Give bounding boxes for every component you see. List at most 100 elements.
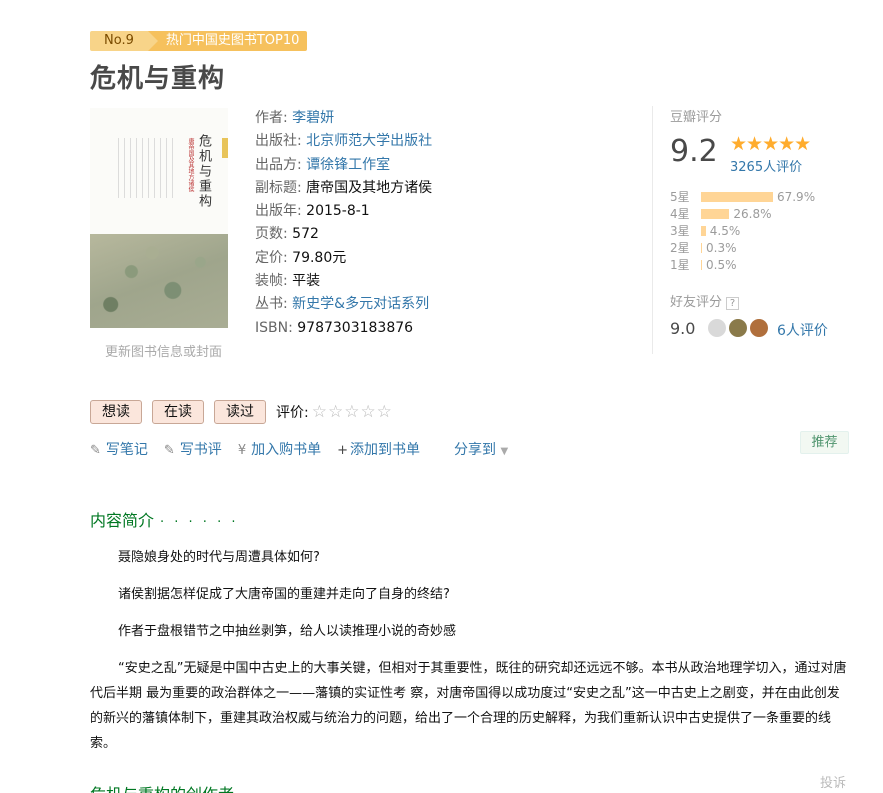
rating-dist-label: 5星 xyxy=(670,190,690,204)
avatar[interactable] xyxy=(750,319,768,337)
info-value-link[interactable]: 北京师范大学出版社 xyxy=(306,133,432,149)
add-cart-link[interactable]: ¥ 加入购书单 xyxy=(238,439,321,459)
rating-score: 9.2 xyxy=(670,134,718,169)
page-title: 危机与重构 xyxy=(90,64,226,94)
rating-dist-label: 4星 xyxy=(670,207,690,221)
rating-dist-bar xyxy=(701,259,702,270)
rating-header: 豆瓣评分 xyxy=(670,110,723,125)
intro-paragraph: 诸侯割据怎样促成了大唐帝国的重建并走向了自身的终结? xyxy=(118,587,450,602)
rating-dist-label: 2星 xyxy=(670,241,690,255)
info-value: 2015-8-1 xyxy=(306,203,370,220)
info-row: 出品方: 谭徐锋工作室 xyxy=(255,154,432,177)
cover-title: 危机与重构 xyxy=(196,134,211,209)
category-label: 热门中国史图书TOP10 xyxy=(147,31,308,51)
write-note-label: 写笔记 xyxy=(105,442,148,458)
rating-dist-row: 5星 67.9% xyxy=(670,188,815,205)
rating-dist-row: 1星 0.5% xyxy=(670,256,815,273)
rating-dist-bar xyxy=(701,191,773,202)
report-link[interactable]: 投诉 xyxy=(820,772,846,791)
info-row: 页数: 572 xyxy=(255,223,432,246)
info-label: 出版社: xyxy=(255,133,302,150)
creators-heading: 危机与重构的创作者 xyxy=(90,781,234,793)
rating-dist-pct: 26.8% xyxy=(733,206,772,221)
info-value: 79.80元 xyxy=(292,249,347,266)
info-value-link[interactable]: 李碧妍 xyxy=(292,110,334,126)
info-label: ISBN: xyxy=(255,319,293,336)
rating-panel: 豆瓣评分 9.2 ★★★★★ 3265人评价 5星 67.9% 4星 26.8% 3星 4… xyxy=(652,106,852,354)
info-value: 9787303183876 xyxy=(297,319,414,336)
share-label: 分享到 xyxy=(454,442,496,458)
info-label: 装帧: xyxy=(255,273,288,290)
info-label: 出品方: xyxy=(255,156,302,173)
intro-paragraph: 作者于盘根错节之中抽丝剥笋，给人以读推理小说的奇妙感 xyxy=(118,624,457,639)
info-row: 装帧: 平装 xyxy=(255,270,432,293)
pencil-icon: ✎ xyxy=(90,443,101,458)
info-row: 作者: 李碧妍 xyxy=(255,107,432,130)
write-review-label: 写书评 xyxy=(179,442,222,458)
friend-rating-label: 好友评分 xyxy=(670,295,723,310)
info-row: 副标题: 唐帝国及其地方诸侯 xyxy=(255,177,432,200)
info-row: 出版年: 2015-8-1 xyxy=(255,200,432,223)
friend-avatars xyxy=(708,319,771,337)
write-note-link[interactable]: ✎ 写笔记 xyxy=(90,439,148,459)
cover-seal xyxy=(222,138,228,158)
info-label: 页数: xyxy=(255,226,288,243)
info-row: 定价: 79.80元 xyxy=(255,247,432,270)
help-icon[interactable]: ? xyxy=(726,297,740,310)
pencil-icon: ✎ xyxy=(163,443,175,458)
info-value: 572 xyxy=(292,226,319,243)
info-value-link[interactable]: 新史学&多元对话系列 xyxy=(292,296,429,312)
read-button[interactable]: 读过 xyxy=(214,400,266,424)
info-row: ISBN: 9787303183876 xyxy=(255,317,432,340)
info-label: 定价: xyxy=(255,249,288,266)
cover-text-lines xyxy=(118,138,178,198)
action-bar: 想读 在读 读过 评价: ☆☆☆☆☆ xyxy=(90,400,393,424)
write-review-link[interactable]: ✎ 写书评 xyxy=(164,439,222,459)
avatar[interactable] xyxy=(708,319,726,337)
avatar[interactable] xyxy=(729,319,747,337)
top10-badge[interactable]: No.9 热门中国史图书TOP10 xyxy=(90,31,308,51)
recommend-button[interactable]: 推荐 xyxy=(800,431,849,454)
rating-count-link[interactable]: 3265人评价 xyxy=(730,156,802,175)
add-list-label: 添加到书单 xyxy=(350,442,420,458)
info-row: 丛书: 新史学&多元对话系列 xyxy=(255,293,432,316)
intro-title: 内容简介 xyxy=(90,511,155,530)
intro-dots: · · · · · · xyxy=(160,515,239,530)
info-value: 唐帝国及其地方诸侯 xyxy=(306,179,433,196)
intro-paragraph: 聂隐娘身处的时代与周遭具体如何? xyxy=(118,550,320,565)
plus-icon: + xyxy=(337,443,348,458)
share-dropdown[interactable]: 分享到 ▼ xyxy=(454,439,508,459)
rating-dist-pct: 4.5% xyxy=(709,223,741,238)
intro-body: 聂隐娘身处的时代与周遭具体如何? 诸侯割据怎样促成了大唐帝国的重建并走向了自身的终… xyxy=(90,545,848,768)
want-to-read-button[interactable]: 想读 xyxy=(90,400,142,424)
book-info: 作者: 李碧妍 出版社: 北京师范大学出版社 出品方: 谭徐锋工作室 副标题: 唐帝国… xyxy=(255,107,432,340)
rank-label: No.9 xyxy=(90,31,158,51)
secondary-links: ✎ 写笔记 ✎ 写书评 ¥ 加入购书单 + 添加到书单 分享到 ▼ xyxy=(90,439,524,459)
rating-dist-row: 3星 4.5% xyxy=(670,222,815,239)
info-value-link[interactable]: 谭徐锋工作室 xyxy=(306,157,390,173)
info-label: 出版年: xyxy=(255,203,302,220)
yen-icon: ¥ xyxy=(237,443,247,458)
rating-dist-bar xyxy=(701,225,706,236)
rating-dist-label: 1星 xyxy=(670,258,690,272)
update-cover-link[interactable]: 更新图书信息或封面 xyxy=(105,341,222,360)
friend-rating-header: 好友评分? xyxy=(670,291,740,310)
book-cover[interactable]: 唐帝国及其地方诸侯 危机与重构 xyxy=(90,108,228,328)
add-list-link[interactable]: + 添加到书单 xyxy=(337,439,420,459)
intro-heading: 内容简介 · · · · · · xyxy=(90,507,238,531)
rating-dist-bar xyxy=(701,242,702,253)
friend-rating-count-link[interactable]: 6人评价 xyxy=(777,320,828,340)
intro-paragraph: “安史之乱”无疑是中国中古史上的大事关键，但相对于其重要性，既往的研究却还远远不… xyxy=(90,661,847,751)
reading-button[interactable]: 在读 xyxy=(152,400,204,424)
chevron-down-icon: ▼ xyxy=(500,446,509,457)
rating-dist-row: 4星 26.8% xyxy=(670,205,815,222)
info-row: 出版社: 北京师范大学出版社 xyxy=(255,130,432,153)
info-label: 作者: xyxy=(255,110,288,126)
rating-dist-row: 2星 0.3% xyxy=(670,239,815,256)
info-label: 丛书: xyxy=(255,296,288,313)
rate-stars-icon[interactable]: ☆☆☆☆☆ xyxy=(312,402,393,422)
rating-dist-pct: 0.5% xyxy=(706,257,737,272)
rating-dist-pct: 0.3% xyxy=(706,240,737,255)
friend-rating-score: 9.0 xyxy=(670,319,696,338)
rating-stars-icon: ★★★★★ xyxy=(730,133,811,155)
